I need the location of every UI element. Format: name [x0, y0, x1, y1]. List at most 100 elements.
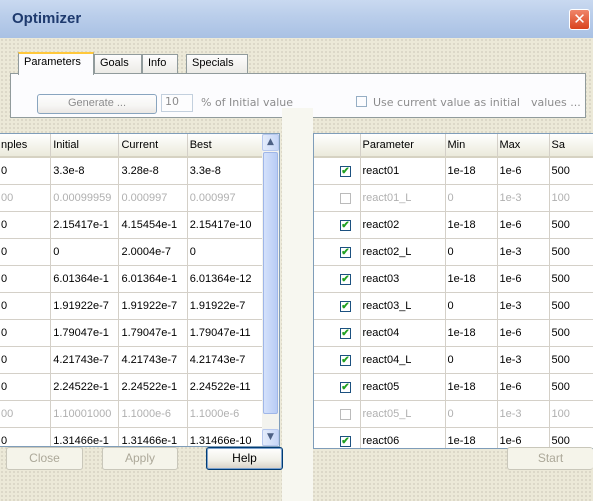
- enable-checkbox[interactable]: ✔: [340, 381, 351, 393]
- cell-samples[interactable]: 00: [0, 400, 52, 428]
- cell-max[interactable]: 1e-6: [497, 157, 550, 185]
- enable-checkbox[interactable]: ✔: [340, 354, 351, 366]
- scroll-down-icon[interactable]: ▼: [262, 429, 279, 446]
- enable-checkbox[interactable]: ✔: [340, 273, 351, 285]
- header-initial[interactable]: Initial: [50, 134, 120, 158]
- cell-samples[interactable]: 0: [0, 157, 52, 185]
- cell-best[interactable]: 4.21743e-7: [187, 346, 264, 374]
- use-current-checkbox[interactable]: [356, 96, 367, 107]
- cell-min[interactable]: 0: [445, 292, 498, 320]
- cell-current[interactable]: 2.0004e-7: [118, 238, 188, 266]
- header-parameter[interactable]: Parameter: [360, 134, 446, 158]
- cell-best[interactable]: 1.79047e-11: [187, 319, 264, 347]
- cell-best[interactable]: 1.31466e-10: [187, 427, 264, 446]
- cell-samples[interactable]: 500: [549, 157, 593, 185]
- cell-samples[interactable]: 0: [0, 238, 52, 266]
- cell-initial[interactable]: 4.21743e-7: [50, 346, 120, 374]
- tab-parameters[interactable]: Parameters: [18, 52, 94, 75]
- cell-samples[interactable]: 100: [549, 184, 593, 212]
- cell-max[interactable]: 1e-3: [497, 238, 550, 266]
- cell-parameter[interactable]: react05_L: [360, 400, 446, 428]
- cell-parameter[interactable]: react05: [360, 373, 446, 401]
- cell-initial[interactable]: 1.31466e-1: [50, 427, 120, 446]
- cell-max[interactable]: 1e-3: [497, 292, 550, 320]
- cell-samples[interactable]: 500: [549, 292, 593, 320]
- values-row[interactable]: 00 0.00099959 0.000997 0.000997: [0, 184, 264, 212]
- parameter-row[interactable]: ✔ react06 1e-18 1e-6 500: [314, 427, 593, 448]
- cell-samples[interactable]: 500: [549, 346, 593, 374]
- cell-max[interactable]: 1e-3: [497, 346, 550, 374]
- header-best[interactable]: Best: [187, 134, 264, 158]
- cell-samples[interactable]: 500: [549, 238, 593, 266]
- cell-samples[interactable]: 500: [549, 265, 593, 293]
- parameter-row[interactable]: ✔ react02_L 0 1e-3 500: [314, 238, 593, 266]
- header-min[interactable]: Min: [445, 134, 498, 158]
- cell-initial[interactable]: 1.91922e-7: [50, 292, 120, 320]
- cell-initial[interactable]: 2.24522e-1: [50, 373, 120, 401]
- cell-parameter[interactable]: react01_L: [360, 184, 446, 212]
- header-current[interactable]: Current: [118, 134, 188, 158]
- enable-checkbox[interactable]: ✔: [340, 219, 351, 231]
- cell-initial[interactable]: 1.79047e-1: [50, 319, 120, 347]
- cell-current[interactable]: 4.15454e-1: [118, 211, 188, 239]
- enable-checkbox[interactable]: ✔: [340, 165, 351, 177]
- cell-best[interactable]: 0.000997: [187, 184, 264, 212]
- cell-min[interactable]: 1e-18: [445, 427, 498, 448]
- cell-samples[interactable]: 500: [549, 211, 593, 239]
- cell-samples[interactable]: 0: [0, 319, 52, 347]
- cell-parameter[interactable]: react06: [360, 427, 446, 448]
- cell-min[interactable]: 0: [445, 238, 498, 266]
- enable-checkbox[interactable]: [340, 408, 351, 420]
- cell-parameter[interactable]: react01: [360, 157, 446, 185]
- scroll-up-icon[interactable]: ▲: [262, 134, 279, 151]
- cell-min[interactable]: 1e-18: [445, 157, 498, 185]
- parameter-row[interactable]: ✔ react01 1e-18 1e-6 500: [314, 157, 593, 185]
- parameter-row[interactable]: ✔ react02 1e-18 1e-6 500: [314, 211, 593, 239]
- values-row[interactable]: 0 2.24522e-1 2.24522e-1 2.24522e-11: [0, 373, 264, 401]
- values-row[interactable]: 0 0 2.0004e-7 0: [0, 238, 264, 266]
- percent-spin-input[interactable]: 10: [161, 94, 193, 112]
- cell-initial[interactable]: 6.01364e-1: [50, 265, 120, 293]
- cell-min[interactable]: 1e-18: [445, 319, 498, 347]
- parameter-row[interactable]: ✔ react04_L 0 1e-3 500: [314, 346, 593, 374]
- cell-samples[interactable]: 00: [0, 184, 52, 212]
- cell-parameter[interactable]: react04_L: [360, 346, 446, 374]
- cell-initial[interactable]: 2.15417e-1: [50, 211, 120, 239]
- cell-samples[interactable]: 0: [0, 346, 52, 374]
- cell-max[interactable]: 1e-6: [497, 319, 550, 347]
- parameter-row[interactable]: ✔ react03_L 0 1e-3 500: [314, 292, 593, 320]
- cell-initial[interactable]: 3.3e-8: [50, 157, 120, 185]
- enable-checkbox[interactable]: ✔: [340, 300, 351, 312]
- values-row[interactable]: 0 6.01364e-1 6.01364e-1 6.01364e-12: [0, 265, 264, 293]
- cell-initial[interactable]: 1.10001000: [50, 400, 120, 428]
- generate-button[interactable]: Generate ...: [37, 94, 157, 114]
- cell-initial[interactable]: 0.00099959: [50, 184, 120, 212]
- cell-current[interactable]: 2.24522e-1: [118, 373, 188, 401]
- cell-current[interactable]: 1.91922e-7: [118, 292, 188, 320]
- cell-parameter[interactable]: react02_L: [360, 238, 446, 266]
- header-samples[interactable]: nples: [0, 134, 52, 158]
- cell-max[interactable]: 1e-6: [497, 265, 550, 293]
- cell-min[interactable]: 1e-18: [445, 211, 498, 239]
- values-vertical-scrollbar[interactable]: ▲ ▼: [262, 134, 279, 446]
- scroll-thumb[interactable]: [263, 152, 278, 414]
- cell-best[interactable]: 3.3e-8: [187, 157, 264, 185]
- tab-specials[interactable]: Specials: [186, 54, 248, 73]
- cell-initial[interactable]: 0: [50, 238, 120, 266]
- values-row[interactable]: 0 4.21743e-7 4.21743e-7 4.21743e-7: [0, 346, 264, 374]
- cell-min[interactable]: 0: [445, 400, 498, 428]
- help-button[interactable]: Help: [206, 447, 283, 470]
- cell-max[interactable]: 1e-6: [497, 373, 550, 401]
- cell-parameter[interactable]: react02: [360, 211, 446, 239]
- cell-best[interactable]: 1.91922e-7: [187, 292, 264, 320]
- parameter-row[interactable]: react05_L 0 1e-3 100: [314, 400, 593, 428]
- parameter-row[interactable]: react01_L 0 1e-3 100: [314, 184, 593, 212]
- enable-checkbox[interactable]: ✔: [340, 327, 351, 339]
- cell-current[interactable]: 3.28e-8: [118, 157, 188, 185]
- values-row[interactable]: 00 1.10001000 1.1000e-6 1.1000e-6: [0, 400, 264, 428]
- close-button[interactable]: Close: [6, 447, 83, 470]
- cell-min[interactable]: 0: [445, 346, 498, 374]
- cell-current[interactable]: 1.1000e-6: [118, 400, 188, 428]
- window-close-button[interactable]: ✕: [569, 9, 590, 30]
- cell-current[interactable]: 1.79047e-1: [118, 319, 188, 347]
